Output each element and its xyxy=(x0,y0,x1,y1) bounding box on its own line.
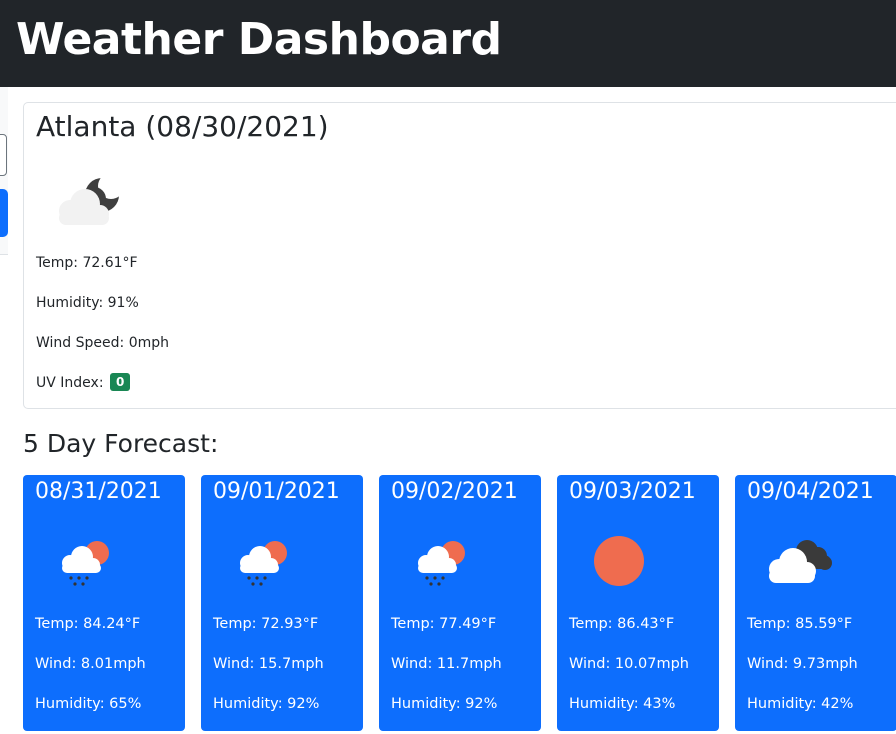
uv-label: UV Index: xyxy=(36,375,104,391)
overcast-clouds-icon xyxy=(769,540,832,583)
cloudy-night-icon xyxy=(59,173,122,225)
current-humidity: Humidity: 91% xyxy=(36,295,139,311)
forecast-wind: Wind: 9.73mph xyxy=(747,656,858,672)
forecast-card: 08/31/2021 Temp: 84.24°F Wind: 8.01mph H… xyxy=(23,475,185,731)
uv-index-badge: 0 xyxy=(110,373,131,391)
forecast-wind: Wind: 11.7mph xyxy=(391,656,502,672)
current-uv: UV Index: 0 xyxy=(36,373,131,393)
forecast-card: 09/04/2021 Temp: 85.59°F Wind: 9.73mph H… xyxy=(735,475,896,731)
forecast-humidity: Humidity: 92% xyxy=(213,696,320,712)
rain-sun-icon xyxy=(418,541,465,586)
current-temp: Temp: 72.61°F xyxy=(36,255,138,271)
forecast-date: 09/02/2021 xyxy=(391,479,518,504)
forecast-temp: Temp: 85.59°F xyxy=(747,616,853,632)
current-weather-card: Atlanta (08/30/2021) Temp: 72.61°F Humid… xyxy=(23,102,896,409)
forecast-wind: Wind: 15.7mph xyxy=(213,656,324,672)
forecast-humidity: Humidity: 92% xyxy=(391,696,498,712)
forecast-card: 09/01/2021 Temp: 72.93°F Wind: 15.7mph H… xyxy=(201,475,363,731)
forecast-wind: Wind: 8.01mph xyxy=(35,656,146,672)
forecast-humidity: Humidity: 42% xyxy=(747,696,854,712)
header-bar: Weather Dashboard xyxy=(0,0,896,87)
forecast-card: 09/02/2021 Temp: 77.49°F Wind: 11.7mph H… xyxy=(379,475,541,731)
sun-icon xyxy=(594,536,644,586)
forecast-humidity: Humidity: 43% xyxy=(569,696,676,712)
forecast-temp: Temp: 77.49°F xyxy=(391,616,497,632)
forecast-date: 08/31/2021 xyxy=(35,479,162,504)
page-title: Weather Dashboard xyxy=(16,14,502,65)
forecast-date: 09/03/2021 xyxy=(569,479,696,504)
rain-sun-icon xyxy=(240,541,287,586)
forecast-date: 09/04/2021 xyxy=(747,479,874,504)
forecast-title: 5 Day Forecast: xyxy=(23,429,219,458)
search-sidebar xyxy=(0,87,8,255)
forecast-wind: Wind: 10.07mph xyxy=(569,656,689,672)
forecast-temp: Temp: 86.43°F xyxy=(569,616,675,632)
current-city-date: Atlanta (08/30/2021) xyxy=(36,110,329,143)
city-search-input[interactable] xyxy=(0,134,7,176)
search-button[interactable] xyxy=(0,189,8,237)
forecast-temp: Temp: 84.24°F xyxy=(35,616,141,632)
forecast-card: 09/03/2021 Temp: 86.43°F Wind: 10.07mph … xyxy=(557,475,719,731)
current-wind: Wind Speed: 0mph xyxy=(36,335,169,351)
forecast-date: 09/01/2021 xyxy=(213,479,340,504)
forecast-temp: Temp: 72.93°F xyxy=(213,616,319,632)
forecast-humidity: Humidity: 65% xyxy=(35,696,142,712)
rain-sun-icon xyxy=(62,541,109,586)
